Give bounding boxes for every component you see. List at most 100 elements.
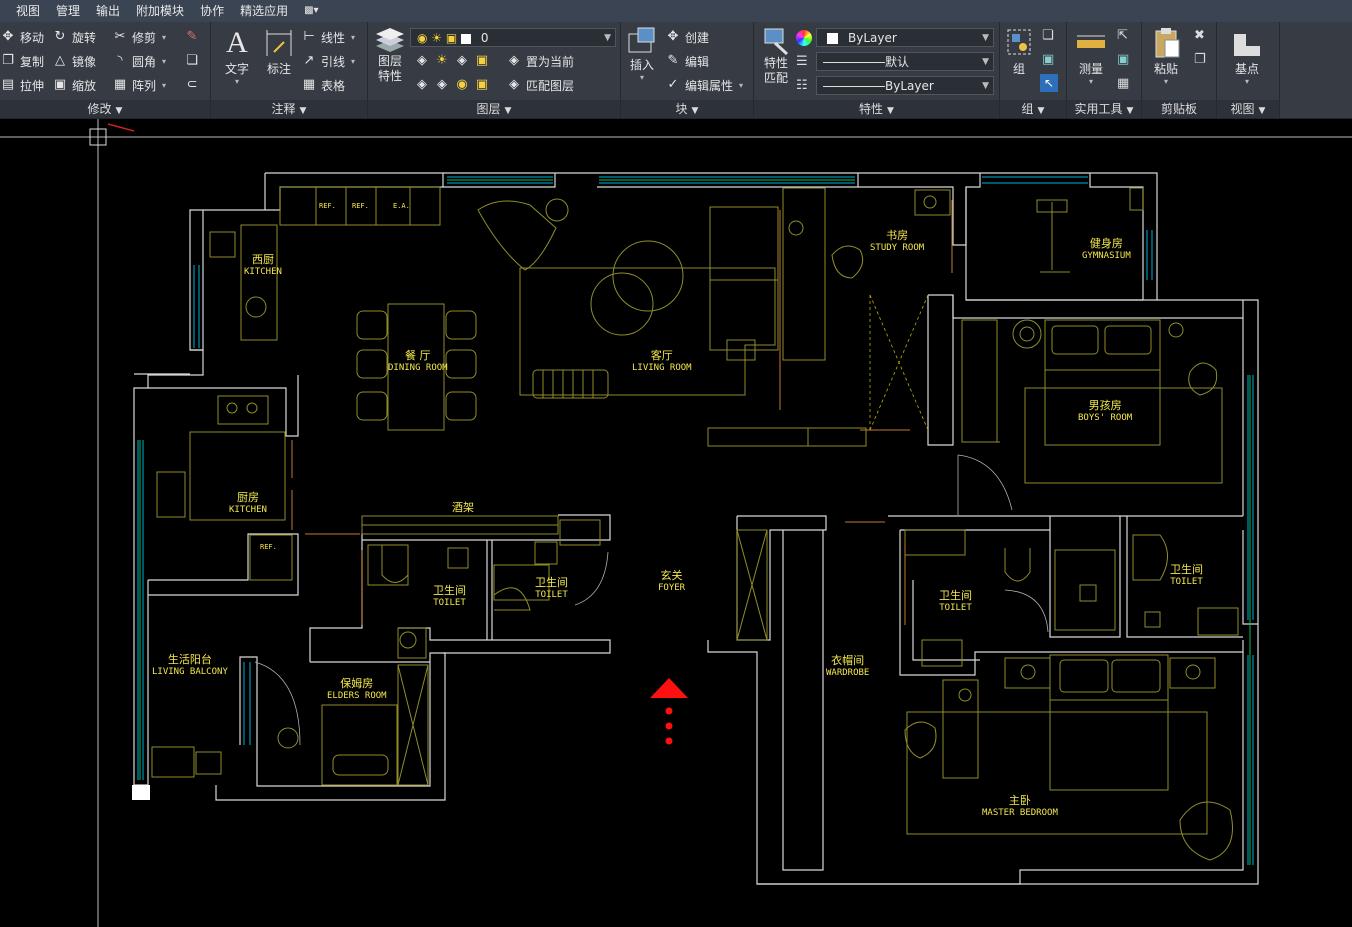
clipboard-panel: 粘贴 ▾ ✖ ❐ 剪贴板 [1142, 22, 1217, 118]
drawing-canvas[interactable]: 西厨 KITCHEN 餐 厅 DINING ROOM 客厅 LIVING ROOM 书… [0, 119, 1352, 927]
room-label-wine-rack: 酒架 [452, 501, 474, 514]
rotate-button[interactable]: ↻ 旋转 [52, 27, 96, 47]
annotation-panel-title[interactable]: 注释 ▼ [211, 100, 367, 118]
linear-dim-button[interactable]: ⊢ 线性 ▾ [301, 27, 355, 47]
explode-button[interactable]: ❏ [184, 51, 204, 71]
lineweight-dropdown[interactable]: 默认 ▼ [816, 52, 994, 71]
leader-button[interactable]: ↗ 引线 ▾ [301, 51, 355, 71]
chevron-down-icon: ▼ [299, 106, 307, 116]
edit-attributes-button[interactable]: ✓ 编辑属性 ▾ [665, 75, 743, 95]
explode-icon: ❏ [186, 53, 198, 68]
view-panel-title[interactable]: 视图 ▼ [1217, 100, 1279, 118]
layer-tools-row2[interactable]: ◈ ◈ ◉ ▣ [414, 75, 494, 95]
edit-block-icon: ✎ [667, 53, 679, 68]
room-label-boys: 男孩房 BOYS' ROOM [1078, 399, 1133, 423]
entrance-arrow-icon [650, 678, 688, 745]
insert-block-icon [628, 27, 655, 53]
group-select-icon[interactable]: ↖ [1040, 74, 1058, 92]
room-label-living: 客厅 LIVING ROOM [632, 349, 692, 373]
erase-button[interactable]: ✎ [184, 27, 204, 47]
trim-button[interactable]: ✂ 修剪 ▾ [112, 27, 166, 47]
measure-button[interactable]: 测量 ▾ [1071, 26, 1111, 86]
chevron-down-icon: ▼ [982, 81, 989, 91]
scale-button[interactable]: ▣ 缩放 [52, 75, 96, 95]
cut-icon[interactable]: ✖ [1194, 28, 1205, 43]
move-button[interactable]: ✥ 移动 [0, 27, 44, 47]
scissors-icon: ✂ [114, 29, 126, 44]
properties-panel: 特性 匹配 ☰ ☷ ByLayer ▼ 默认 ▼ ByLayer ▼ 特性 ▼ [754, 22, 1000, 118]
base-point-button[interactable]: 基点 ▾ [1225, 26, 1269, 86]
layers-panel-title[interactable]: 图层 ▼ [368, 100, 620, 118]
layer-tools-row1[interactable]: ◈ ☀ ◈ ▣ [414, 51, 494, 71]
match-layer-button[interactable]: ◈ 匹配图层 [506, 75, 574, 95]
color-wheel-icon[interactable] [796, 30, 812, 46]
menu-output[interactable]: 输出 [88, 0, 128, 22]
fillet-icon: ◝ [117, 53, 123, 68]
menu-featured-apps[interactable]: 精选应用 [232, 0, 296, 22]
color-swatch-icon [827, 33, 838, 44]
groups-panel-title[interactable]: 组 ▼ [1000, 100, 1066, 118]
line-sample [823, 62, 885, 63]
quick-select-icon[interactable]: ⇱ [1117, 28, 1128, 43]
layer-isolate-icon: ◈ [417, 53, 427, 68]
stretch-button[interactable]: ▤ 拉伸 [0, 75, 44, 95]
rotate-icon: ↻ [54, 29, 66, 44]
eraser-icon: ✎ [186, 29, 198, 44]
table-button[interactable]: ▦ 表格 [301, 75, 345, 95]
set-current-icon: ◈ [509, 53, 519, 68]
block-panel: 插入 ▾ ✥ 创建 ✎ 编辑 ✓ 编辑属性 ▾ 块 ▼ [621, 22, 754, 118]
layer-walk-icon: ◉ [456, 77, 468, 92]
linetype-icon[interactable]: ☷ [796, 78, 808, 93]
chevron-down-icon: ▼ [1126, 106, 1134, 116]
offset-button[interactable]: ⊂ [184, 75, 204, 95]
array-button[interactable]: ▦ 阵列 ▾ [112, 75, 166, 95]
text-button[interactable]: A 文字 ▾ [219, 26, 255, 86]
mirror-icon: △ [55, 53, 65, 68]
copy-button[interactable]: ❐ 复制 [0, 51, 44, 71]
furniture [151, 186, 1239, 861]
menu-collaborate[interactable]: 协作 [192, 0, 232, 22]
modify-panel-title[interactable]: 修改 ▼ [0, 100, 210, 118]
menu-view[interactable]: 视图 [0, 0, 48, 22]
menu-addins[interactable]: 附加模块 [128, 0, 192, 22]
block-panel-title[interactable]: 块 ▼ [621, 100, 753, 118]
ungroup-icon[interactable]: ❏ [1042, 28, 1054, 43]
lightbulb-icon: ◉ [417, 31, 428, 45]
chevron-down-icon: ▼ [504, 106, 512, 116]
id-point-icon[interactable]: ▣ [1117, 52, 1129, 67]
insert-button[interactable]: 插入 ▾ [623, 26, 661, 82]
chevron-down-icon: ▾ [1244, 77, 1249, 86]
appliance-label-ref-2: REF. [352, 202, 369, 210]
match-properties-button[interactable]: 特性 匹配 [758, 26, 794, 85]
edit-block-button[interactable]: ✎ 编辑 [665, 51, 709, 71]
layer-thaw-icon: ◈ [437, 77, 447, 92]
utilities-panel-title[interactable]: 实用工具 ▼ [1067, 100, 1141, 118]
layer-properties-button[interactable]: 图层 特性 [372, 26, 408, 83]
dimension-button[interactable]: 标注 [261, 26, 297, 77]
linetype-dropdown[interactable]: ByLayer ▼ [816, 76, 994, 95]
paste-button[interactable]: 粘贴 ▾ [1146, 26, 1186, 86]
calculator-icon[interactable]: ▦ [1117, 76, 1129, 91]
layer-dropdown[interactable]: ◉ ☀ ▣ 0 ▼ [410, 28, 616, 47]
mirror-button[interactable]: △ 镜像 [52, 51, 96, 71]
groups-panel: 组 ❏ ▣ ↖ 组 ▼ [1000, 22, 1067, 118]
menu-manage[interactable]: 管理 [48, 0, 88, 22]
properties-panel-title[interactable]: 特性 ▼ [754, 100, 999, 118]
lineweight-icon[interactable]: ☰ [796, 54, 808, 69]
create-block-button[interactable]: ✥ 创建 [665, 27, 709, 47]
color-dropdown[interactable]: ByLayer ▼ [816, 28, 994, 47]
set-current-button[interactable]: ◈ 置为当前 [506, 51, 574, 71]
copy-clip-icon[interactable]: ❐ [1194, 52, 1206, 67]
group-button[interactable]: 组 [1002, 26, 1036, 77]
clipboard-panel-title: 剪贴板 [1142, 100, 1216, 118]
chevron-down-icon: ▾ [234, 77, 239, 86]
room-label-toilet-2: 卫生间 TOILET [535, 576, 568, 600]
room-label-dining: 餐 厅 DINING ROOM [388, 349, 448, 373]
fillet-button[interactable]: ◝ 圆角 ▾ [112, 51, 166, 71]
chevron-down-icon: ▾ [1088, 77, 1093, 86]
workspace-toggle-icon[interactable]: ▩▾ [296, 0, 326, 22]
layer-off-icon: ◈ [457, 53, 467, 68]
measure-ruler-icon [1077, 35, 1105, 48]
group-edit-icon[interactable]: ▣ [1042, 52, 1054, 67]
chevron-down-icon: ▼ [1258, 106, 1266, 116]
